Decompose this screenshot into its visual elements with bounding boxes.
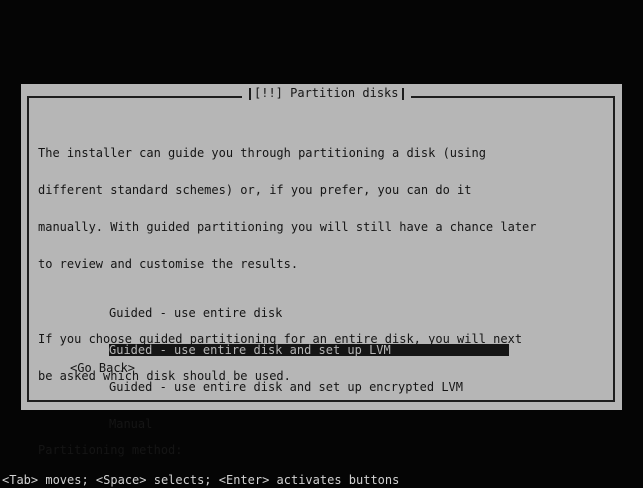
method-option-guided-entire-disk[interactable]: Guided - use entire disk	[109, 306, 509, 319]
description-line: different standard schemes) or, if you p…	[38, 183, 472, 198]
title-left-bracket	[249, 87, 251, 100]
method-option-guided-encrypted-lvm[interactable]: Guided - use entire disk and set up encr…	[109, 381, 509, 394]
dialog-title: [!!] Partition disks	[242, 87, 411, 100]
go-back-button[interactable]: <Go Back>	[70, 362, 135, 375]
method-option-guided-lvm[interactable]: Guided - use entire disk and set up LVM	[109, 344, 509, 356]
keyboard-hint-bar: <Tab> moves; <Space> selects; <Enter> ac…	[2, 473, 400, 487]
method-option-manual[interactable]: Manual	[109, 418, 509, 431]
partition-dialog: [!!] Partition disks The installer can g…	[21, 84, 622, 457]
description-line: to review and customise the results.	[38, 257, 299, 272]
description-line: The installer can guide you through part…	[38, 145, 486, 160]
title-right-bracket	[401, 87, 404, 100]
partitioning-method-list: Guided - use entire disk Guided - use en…	[109, 282, 509, 456]
description-line: manually. With guided partitioning you w…	[38, 220, 537, 235]
dialog-title-text: [!!] Partition disks	[254, 86, 399, 100]
installer-screen: [!!] Partition disks The installer can g…	[0, 0, 643, 488]
